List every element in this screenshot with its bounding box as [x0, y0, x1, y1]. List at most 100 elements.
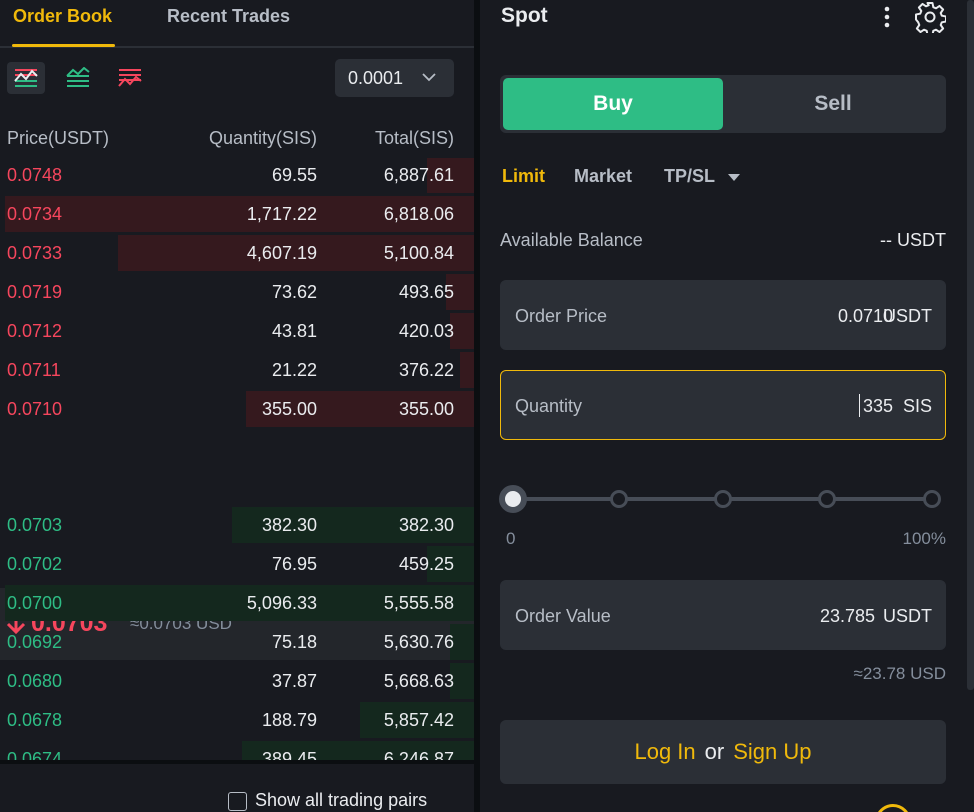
ask-price: 0.0719 — [7, 282, 63, 302]
bid-total: 5,555.58 — [383, 593, 454, 613]
depth-bar — [460, 352, 474, 388]
slider-step-100[interactable] — [923, 490, 941, 508]
view-bids-button[interactable] — [59, 62, 97, 94]
login-link[interactable]: Log In — [634, 739, 695, 765]
bid-price: 0.0692 — [7, 632, 63, 652]
slider-step-50[interactable] — [714, 490, 732, 508]
ask-row[interactable]: 0.0710 355.00 355.00 — [0, 391, 474, 427]
bid-price: 0.0703 — [7, 515, 63, 535]
bid-quantity: 5,096.33 — [246, 593, 317, 613]
order-price-field[interactable]: Order Price 0.0710 USDT — [500, 280, 946, 350]
order-value-input[interactable]: 23.785 — [820, 606, 875, 627]
bid-total: 5,668.63 — [383, 671, 454, 691]
view-both-button[interactable] — [7, 62, 45, 94]
bid-total: 382.30 — [398, 515, 454, 535]
ask-quantity: 69.55 — [271, 165, 317, 185]
order-book-bids-icon — [66, 67, 90, 87]
quantity-input[interactable]: 335 — [863, 396, 893, 417]
order-value-usd: ≈23.78 USD — [853, 664, 947, 683]
bid-price: 0.0700 — [7, 593, 63, 613]
available-balance-value: -- USDT — [880, 230, 946, 250]
bid-price: 0.0674 — [7, 749, 63, 760]
login-prompt: Log In or Sign Up — [500, 720, 946, 784]
column-header-total: Total(SIS) — [374, 128, 454, 148]
scrollbar[interactable] — [967, 0, 974, 690]
slider-min-label: 0 — [506, 529, 516, 548]
ask-quantity: 21.22 — [271, 360, 317, 380]
ask-row[interactable]: 0.0733 4,607.19 5,100.84 — [0, 235, 474, 271]
bid-quantity: 389.45 — [261, 749, 317, 760]
ask-total: 493.65 — [398, 282, 454, 302]
bid-row[interactable]: 0.0678 188.79 5,857.42 — [0, 702, 474, 738]
ask-quantity: 1,717.22 — [246, 204, 317, 224]
tab-order-book[interactable]: Order Book — [13, 6, 112, 27]
bid-price: 0.0680 — [7, 671, 63, 691]
percentage-slider[interactable] — [499, 485, 946, 515]
quantity-field[interactable]: Quantity 335 SIS — [500, 370, 946, 440]
bid-total: 5,857.42 — [383, 710, 454, 730]
show-all-pairs-label[interactable]: Show all trading pairs — [255, 790, 427, 811]
ask-price: 0.0710 — [7, 399, 63, 419]
more-vertical-icon[interactable] — [880, 3, 894, 31]
view-asks-button[interactable] — [111, 62, 149, 94]
bid-row[interactable]: 0.0692 75.18 5,630.76 — [0, 624, 474, 660]
ask-quantity: 4,607.19 — [246, 243, 317, 263]
order-type-limit[interactable]: Limit — [502, 166, 545, 187]
order-book-tabs: Order Book Recent Trades — [0, 0, 474, 48]
available-balance-label: Available Balance — [500, 230, 643, 250]
slider-step-75[interactable] — [818, 490, 836, 508]
quantity-unit: SIS — [902, 396, 932, 416]
precision-value: 0.0001 — [348, 67, 404, 88]
order-book-both-icon — [14, 69, 38, 87]
bid-quantity: 37.87 — [271, 671, 317, 691]
order-type-tpsl[interactable]: TP/SL — [664, 166, 715, 187]
slider-handle[interactable] — [499, 485, 527, 513]
precision-select[interactable]: 0.0001 — [335, 59, 454, 97]
bid-price: 0.0678 — [7, 710, 63, 730]
tab-recent-trades[interactable]: Recent Trades — [167, 6, 290, 27]
order-book-footer: Show all trading pairs — [0, 760, 474, 812]
caret-down-icon[interactable] — [728, 174, 740, 182]
buy-sell-toggle: Buy Sell — [500, 75, 946, 133]
ask-total: 355.00 — [398, 399, 454, 419]
order-book-rows: 0.0748 69.55 6,887.61 0.0734 1,717.22 6,818.0… — [0, 158, 474, 760]
order-type-market[interactable]: Market — [574, 166, 632, 187]
bid-row[interactable]: 0.0674 389.45 6,246.87 — [0, 741, 474, 760]
ask-row[interactable]: 0.0748 69.55 6,887.61 — [0, 158, 474, 193]
ask-total: 6,887.61 — [383, 165, 454, 185]
column-header-price: Price(USDT) — [7, 128, 109, 148]
ask-row[interactable]: 0.0719 73.62 493.65 — [0, 274, 474, 310]
ask-row[interactable]: 0.0712 43.81 420.03 — [0, 313, 474, 349]
bid-quantity: 188.79 — [261, 710, 317, 730]
slider-max-label: 100% — [902, 529, 946, 548]
order-value-field[interactable]: Order Value 23.785 USDT — [500, 580, 946, 650]
text-cursor — [858, 394, 860, 417]
ask-row[interactable]: 0.0711 21.22 376.22 — [0, 352, 474, 388]
spot-trade-panel: Spot Buy Sell Limit Market TP/SL Availab… — [480, 0, 974, 812]
ask-total: 376.22 — [398, 360, 454, 380]
slider-step-25[interactable] — [610, 490, 628, 508]
bid-price: 0.0702 — [7, 554, 63, 574]
bid-row[interactable]: 0.0700 5,096.33 5,555.58 — [0, 585, 474, 621]
order-book-asks-icon — [118, 69, 142, 87]
bid-row[interactable]: 0.0702 76.95 459.25 — [0, 546, 474, 582]
buy-button[interactable]: Buy — [503, 78, 723, 130]
ask-row[interactable]: 0.0734 1,717.22 6,818.06 — [0, 196, 474, 232]
show-all-pairs-checkbox[interactable] — [228, 792, 247, 811]
ask-price: 0.0734 — [7, 204, 63, 224]
signup-link[interactable]: Sign Up — [733, 739, 811, 765]
order-price-unit: USDT — [883, 306, 932, 326]
bid-total: 5,630.76 — [383, 632, 454, 652]
bid-row[interactable]: 0.0680 37.87 5,668.63 — [0, 663, 474, 699]
gear-icon[interactable] — [914, 1, 946, 33]
ask-total: 6,818.06 — [383, 204, 454, 224]
ask-quantity: 355.00 — [261, 399, 317, 419]
ask-total: 420.03 — [398, 321, 454, 341]
bid-row[interactable]: 0.0703 382.30 382.30 — [0, 507, 474, 543]
order-book-panel: Order Book Recent Trades 0.0001 Price(US… — [0, 0, 474, 812]
quantity-label: Quantity — [515, 396, 583, 416]
order-price-label: Order Price — [515, 306, 608, 326]
sell-button[interactable]: Sell — [723, 78, 943, 130]
bid-quantity: 76.95 — [271, 554, 317, 574]
floating-button[interactable] — [875, 804, 911, 812]
